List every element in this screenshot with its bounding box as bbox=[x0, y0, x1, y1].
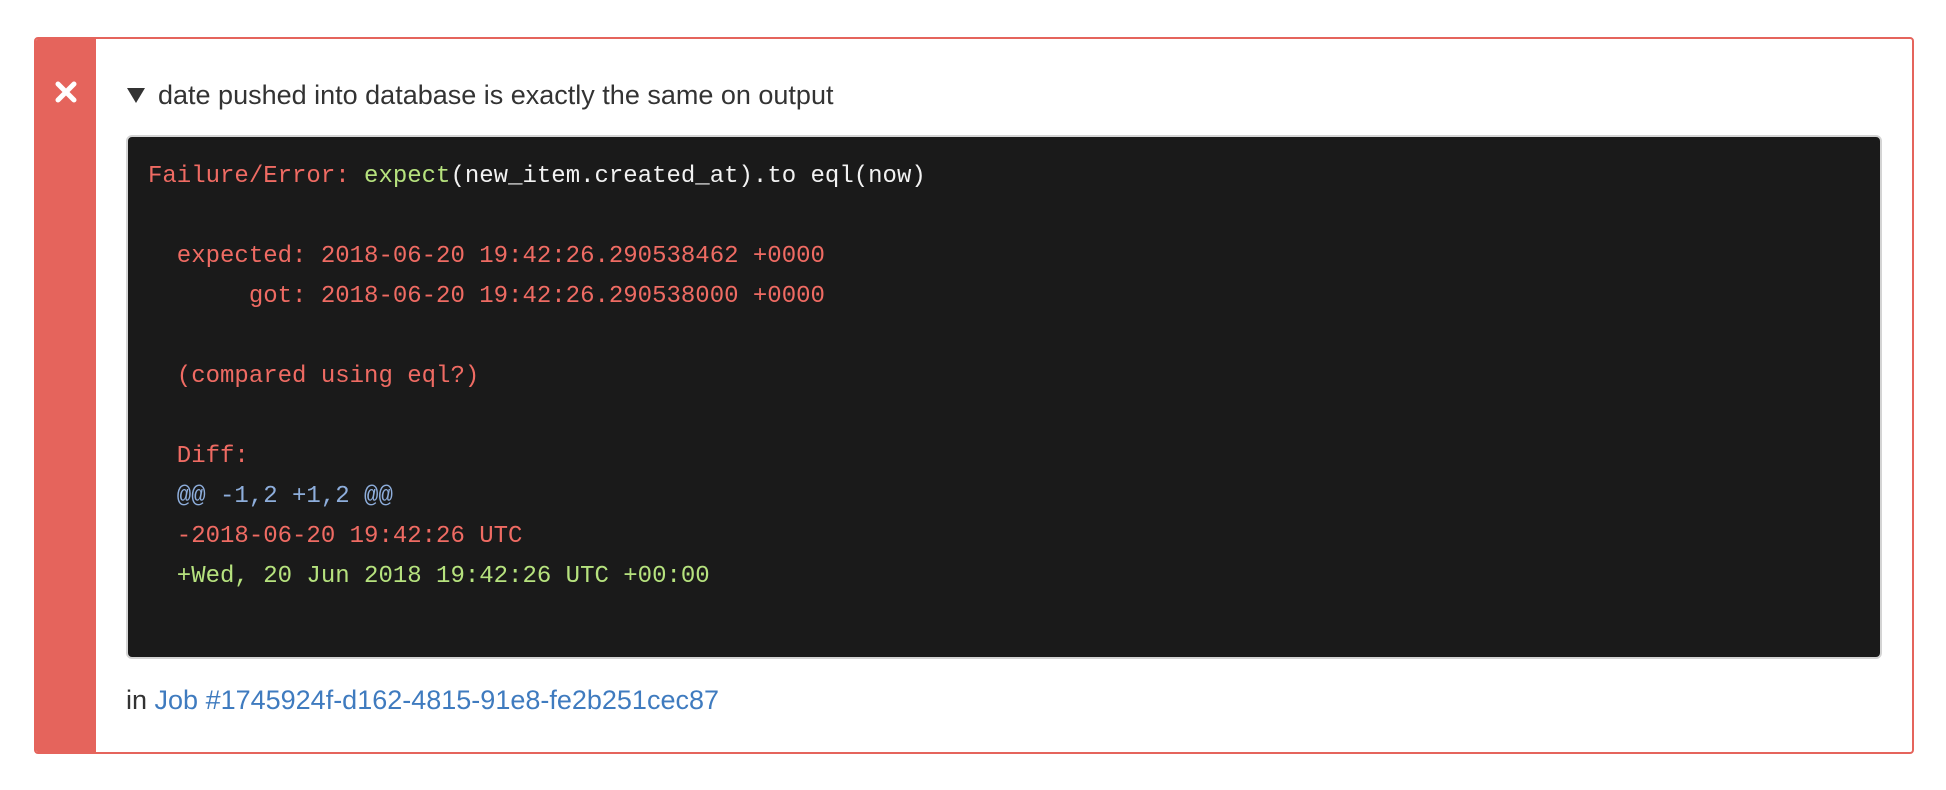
diff-removed-line: -2018-06-20 19:42:26 UTC bbox=[148, 523, 523, 550]
test-failure-card: date pushed into database is exactly the… bbox=[34, 37, 1914, 754]
failure-line: Failure/Error: expect(new_item.created_a… bbox=[148, 157, 1860, 197]
expect-method: expect bbox=[364, 163, 451, 190]
triangle-down-icon bbox=[127, 88, 145, 103]
job-footer: in Job #1745924f-d162-4815-91e8-fe2b251c… bbox=[126, 685, 1882, 716]
expected-line: expected: 2018-06-20 19:42:26.290538462 … bbox=[148, 243, 825, 270]
failure-status-strip bbox=[36, 39, 96, 752]
diff-header: @@ -1,2 +1,2 @@ bbox=[148, 483, 393, 510]
diff-label: Diff: bbox=[148, 443, 249, 470]
expect-call: (new_item.created_at).to eql(now) bbox=[450, 163, 926, 190]
footer-prefix: in bbox=[126, 685, 148, 715]
compared-line: (compared using eql?) bbox=[148, 363, 480, 390]
failure-label: Failure/Error: bbox=[148, 163, 350, 190]
close-icon bbox=[55, 81, 77, 103]
failure-output: Failure/Error: expect(new_item.created_a… bbox=[126, 135, 1882, 659]
failure-content: date pushed into database is exactly the… bbox=[96, 39, 1912, 752]
diff-added-line: +Wed, 20 Jun 2018 19:42:26 UTC +00:00 bbox=[148, 563, 710, 590]
job-link[interactable]: Job #1745924f-d162-4815-91e8-fe2b251cec8… bbox=[155, 685, 719, 715]
got-line: got: 2018-06-20 19:42:26.290538000 +0000 bbox=[148, 283, 825, 310]
test-title: date pushed into database is exactly the… bbox=[158, 79, 834, 110]
test-summary-toggle[interactable]: date pushed into database is exactly the… bbox=[126, 75, 1882, 115]
